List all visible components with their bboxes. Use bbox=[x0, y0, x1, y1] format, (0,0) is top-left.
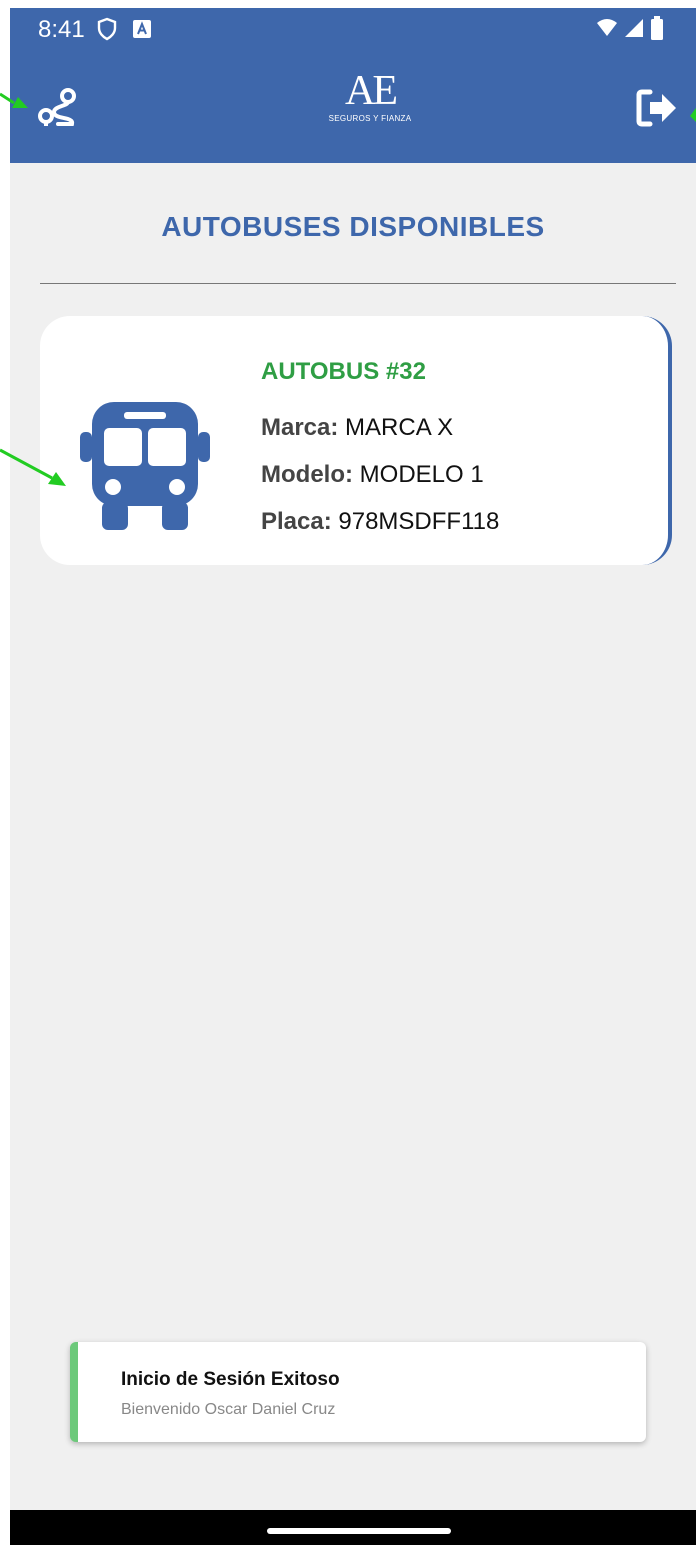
battery-icon bbox=[651, 16, 663, 40]
bus-icon bbox=[80, 402, 210, 530]
home-gesture-handle[interactable] bbox=[267, 1528, 451, 1534]
signal-icon bbox=[625, 19, 643, 37]
brand-label: Marca: bbox=[261, 414, 339, 441]
app-screen: 8:41 AE SEGUROS Y FIANZA AUTOBUSES DISPO… bbox=[10, 8, 696, 1545]
system-nav-bar bbox=[10, 1510, 696, 1545]
shield-icon bbox=[97, 17, 117, 41]
bus-name: AUTOBUS #32 bbox=[261, 358, 426, 385]
status-icons-left bbox=[96, 17, 152, 41]
bus-plate-row: Placa: 978MSDFF118 bbox=[261, 508, 499, 536]
toast-title: Inicio de Sesión Exitoso bbox=[121, 1369, 340, 1390]
logout-icon bbox=[636, 89, 676, 127]
title-divider bbox=[40, 283, 676, 284]
brand-value: MARCA X bbox=[345, 414, 454, 441]
bus-card[interactable]: AUTOBUS #32 Marca: MARCA X Modelo: MODEL… bbox=[40, 316, 672, 565]
route-button[interactable] bbox=[34, 84, 82, 132]
login-success-toast[interactable]: Inicio de Sesión Exitoso Bienvenido Osca… bbox=[70, 1342, 646, 1442]
toast-message: Bienvenido Oscar Daniel Cruz bbox=[121, 1401, 336, 1418]
route-icon bbox=[38, 88, 76, 126]
plate-label: Placa: bbox=[261, 508, 332, 535]
page-title: AUTOBUSES DISPONIBLES bbox=[161, 211, 545, 242]
bus-brand-row: Marca: MARCA X bbox=[261, 414, 453, 442]
logo-subtitle: SEGUROS Y FIANZA bbox=[328, 114, 412, 123]
company-logo: AE SEGUROS Y FIANZA bbox=[320, 70, 420, 140]
model-value: MODELO 1 bbox=[359, 461, 484, 488]
a-badge-icon bbox=[133, 20, 151, 38]
plate-value: 978MSDFF118 bbox=[338, 508, 500, 535]
logo-mark: AE bbox=[345, 68, 398, 114]
model-label: Modelo: bbox=[261, 461, 353, 488]
app-bar: 8:41 AE SEGUROS Y FIANZA bbox=[10, 8, 696, 163]
logout-button[interactable] bbox=[632, 84, 684, 132]
bus-model-row: Modelo: MODELO 1 bbox=[261, 461, 484, 489]
status-icons-right bbox=[596, 16, 664, 40]
status-time: 8:41 bbox=[38, 16, 85, 43]
wifi-icon bbox=[597, 19, 617, 36]
